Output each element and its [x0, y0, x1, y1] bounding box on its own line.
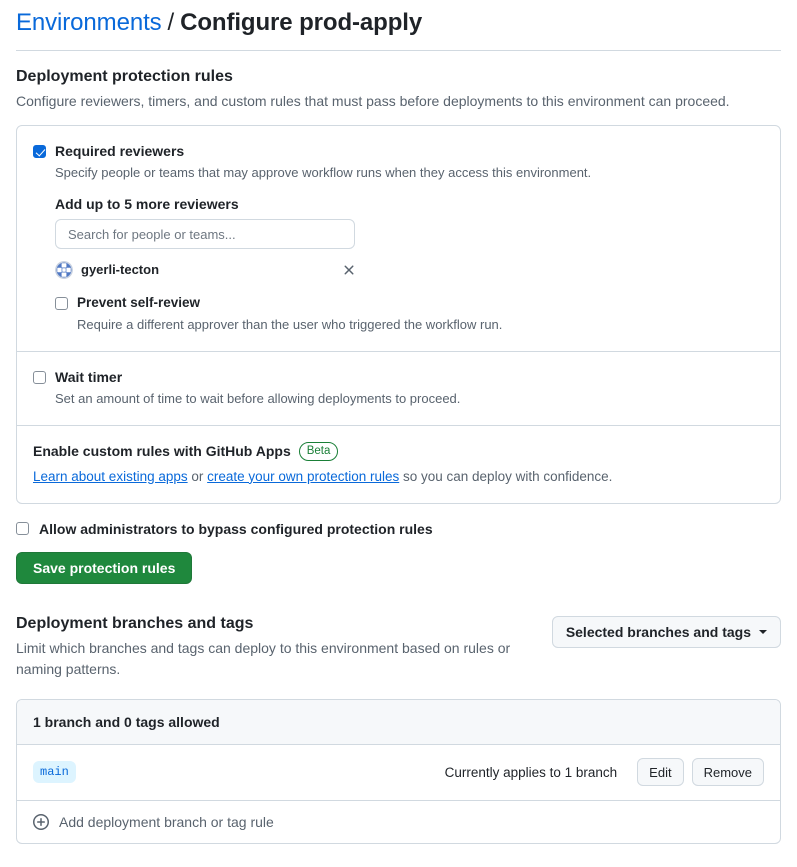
- deployment-branches-description: Limit which branches and tags can deploy…: [16, 639, 511, 677]
- custom-rules-title-row: Enable custom rules with GitHub Apps Bet…: [33, 441, 764, 461]
- edit-branch-rule-button[interactable]: Edit: [637, 758, 684, 787]
- header-divider: [16, 50, 781, 51]
- required-reviewers-label[interactable]: Required reviewers: [55, 142, 764, 160]
- required-reviewers-row: Required reviewers Specify people or tea…: [33, 142, 764, 183]
- add-deployment-rule-label: Add deployment branch or tag rule: [59, 813, 274, 830]
- deployment-branches-header: Deployment branches and tags Limit which…: [16, 614, 781, 680]
- required-reviewers-checkbox[interactable]: [33, 145, 46, 158]
- branch-applies-text: Currently applies to 1 branch: [444, 764, 618, 780]
- protection-rules-title: Deployment protection rules: [16, 68, 233, 85]
- avatar: [55, 261, 73, 280]
- branch-policy-dropdown[interactable]: Selected branches and tags: [551, 615, 781, 648]
- beta-badge: Beta: [298, 441, 339, 461]
- protection-rules-description: Configure reviewers, timers, and custom …: [16, 93, 730, 109]
- reviewer-picker: Add up to 5 more reviewers Search for pe…: [55, 196, 764, 280]
- chevron-down-icon: [759, 629, 767, 634]
- reviewer-search-input[interactable]: [55, 219, 355, 250]
- custom-rules-section: Enable custom rules with GitHub Apps Bet…: [17, 424, 780, 503]
- admin-bypass-label[interactable]: Allow administrators to bypass configure…: [39, 521, 433, 537]
- custom-rules-subtext: Learn about existing apps or create your…: [33, 467, 764, 487]
- prevent-self-review-block: Prevent self-review Require a different …: [55, 294, 764, 334]
- wait-timer-description: Set an amount of time to wait before all…: [55, 390, 461, 406]
- add-reviewers-label: Add up to 5 more reviewers: [55, 196, 239, 213]
- required-reviewers-description: Specify people or teams that may approve…: [55, 165, 592, 181]
- prevent-self-review-description: Require a different approver than the us…: [77, 316, 503, 332]
- custom-rules-tail-text: so you can deploy with confidence.: [399, 468, 613, 484]
- prevent-self-review-label[interactable]: Prevent self-review: [77, 294, 764, 312]
- breadcrumb-separator: /: [167, 9, 175, 36]
- custom-rules-title: Enable custom rules with GitHub Apps: [33, 443, 291, 460]
- custom-rules-mid-text: or: [187, 468, 208, 484]
- breadcrumb: Environments / Configure prod-apply: [16, 0, 781, 37]
- required-reviewers-section: Required reviewers Specify people or tea…: [17, 126, 780, 351]
- prevent-self-review-checkbox[interactable]: [55, 297, 68, 311]
- wait-timer-section: Wait timer Set an amount of time to wait…: [17, 350, 780, 425]
- deployment-branches-title: Deployment branches and tags: [16, 614, 254, 632]
- remove-branch-rule-button[interactable]: Remove: [691, 758, 764, 787]
- branch-rules-card: 1 branch and 0 tags allowed main Current…: [16, 698, 781, 844]
- wait-timer-checkbox[interactable]: [33, 370, 46, 384]
- branch-rules-summary: 1 branch and 0 tags allowed: [17, 699, 780, 745]
- page-title: Configure prod-apply: [180, 9, 423, 36]
- branch-pattern-chip: main: [33, 761, 76, 784]
- save-protection-rules-button[interactable]: Save protection rules: [16, 551, 193, 584]
- table-row: main Currently applies to 1 branch Edit …: [17, 745, 780, 801]
- branch-policy-dropdown-label: Selected branches and tags: [565, 623, 751, 640]
- create-own-protection-rules-link[interactable]: create your own protection rules: [207, 469, 399, 484]
- required-reviewers-body: Required reviewers Specify people or tea…: [55, 142, 764, 183]
- wait-timer-label[interactable]: Wait timer: [55, 368, 764, 386]
- protection-rules-card: Required reviewers Specify people or tea…: [16, 125, 781, 504]
- add-deployment-rule-button[interactable]: Add deployment branch or tag rule: [17, 801, 780, 843]
- breadcrumb-environments-link[interactable]: Environments: [16, 9, 162, 37]
- wait-timer-row: Wait timer Set an amount of time to wait…: [33, 368, 764, 409]
- environment-configure-page: Environments / Configure prod-apply Depl…: [0, 0, 797, 844]
- learn-about-existing-apps-link[interactable]: Learn about existing apps: [33, 469, 188, 484]
- plus-circle-icon: [33, 813, 49, 830]
- reviewer-list-item: gyerli-tecton: [55, 261, 357, 280]
- close-icon[interactable]: [341, 262, 357, 278]
- wait-timer-body: Wait timer Set an amount of time to wait…: [55, 368, 764, 409]
- reviewer-name: gyerli-tecton: [81, 262, 160, 278]
- deployment-branches-text: Deployment branches and tags Limit which…: [16, 614, 546, 680]
- prevent-self-review-row: Prevent self-review Require a different …: [55, 294, 764, 334]
- prevent-self-review-body: Prevent self-review Require a different …: [77, 294, 764, 334]
- admin-bypass-checkbox[interactable]: [16, 522, 29, 536]
- admin-bypass-row: Allow administrators to bypass configure…: [16, 521, 781, 537]
